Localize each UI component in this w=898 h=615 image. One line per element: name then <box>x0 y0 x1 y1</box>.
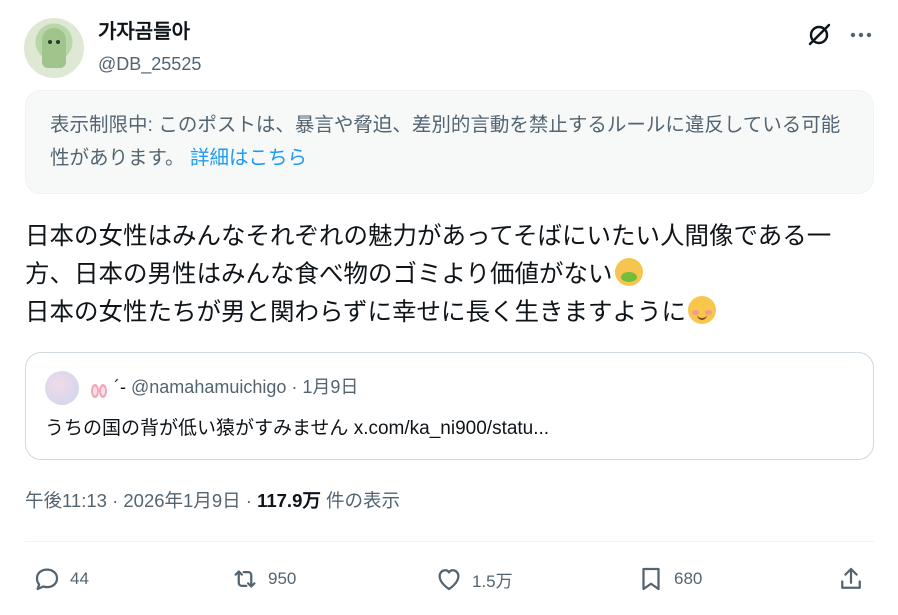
avatar-figure <box>42 28 66 68</box>
tweet-line-3: 日本の女性たちが男と関わらずに幸せに長く生きますように <box>25 294 880 332</box>
quoted-author-avatar[interactable] <box>45 371 79 405</box>
quoted-post[interactable]: ´- @namahamuichigo · 1月9日 うちの国の背が低い猿がすみま… <box>25 352 874 460</box>
notice-details-link[interactable]: 詳細はこちら <box>190 147 307 169</box>
notice-text: 表示制限中: このポストは、暴言や脅迫、差別的言動を禁止するルールに違反している… <box>50 114 841 169</box>
post-meta: 午後11:13 · 2026年1月9日 · 117.9万 件の表示 <box>25 488 400 514</box>
restriction-notice: 表示制限中: このポストは、暴言や脅迫、差別的言動を禁止するルールに違反している… <box>25 90 874 194</box>
avatar-eye-right <box>56 40 60 44</box>
tweet-line-2: 方、日本の男性はみんな食べ物のゴミより価値がない <box>25 256 880 294</box>
avatar-eye-left <box>48 40 52 44</box>
quoted-header: ´- @namahamuichigo · 1月9日 <box>114 375 358 399</box>
tweet-text: 日本の女性はみんなそれぞれの魅力があってそばにいたい人間像である一 方、日本の男… <box>25 218 880 332</box>
like-icon <box>438 569 460 591</box>
author-handle[interactable]: @DB_25525 <box>98 53 201 75</box>
repost-button[interactable]: 950 <box>230 562 296 596</box>
reply-button[interactable]: 44 <box>32 562 89 596</box>
meta-separator: · <box>245 490 252 511</box>
nauseated-face-emoji-icon <box>614 258 643 286</box>
tweet-line-1: 日本の女性はみんなそれぞれの魅力があってそばにいたい人間像である一 <box>25 223 832 250</box>
divider <box>25 541 874 542</box>
meta-separator: · <box>112 490 119 511</box>
reply-count: 44 <box>70 569 89 588</box>
reply-icon <box>35 568 59 591</box>
view-count: 117.9万 <box>257 490 321 511</box>
repost-icon <box>234 570 256 588</box>
quoted-separator: · <box>291 377 298 397</box>
author-avatar[interactable] <box>24 18 84 78</box>
like-button[interactable]: 1.5万 <box>434 562 513 596</box>
quoted-name-glyph: ´- <box>114 377 126 397</box>
grok-icon[interactable] <box>806 22 832 48</box>
bookmark-count: 680 <box>674 569 703 588</box>
view-label: 件の表示 <box>326 490 401 511</box>
like-count: 1.5万 <box>472 571 513 591</box>
bookmark-button[interactable]: 680 <box>636 562 702 596</box>
bookmark-icon <box>642 567 660 591</box>
ribbon-shoes-icon <box>91 384 107 398</box>
share-icon <box>841 567 861 589</box>
smiling-face-emoji-icon <box>688 296 717 324</box>
tweet-line-3-text: 日本の女性たちが男と関わらずに幸せに長く生きますように <box>25 299 687 326</box>
author-display-name[interactable]: 가자곰들아 <box>98 20 190 44</box>
more-icon[interactable] <box>848 22 874 48</box>
quoted-text: うちの国の背が低い猿がすみません x.com/ka_ni900/statu... <box>45 418 550 439</box>
quoted-date[interactable]: 1月9日 <box>302 377 358 397</box>
share-button[interactable] <box>836 562 866 596</box>
tweet-line-2-text: 方、日本の男性はみんな食べ物のゴミより価値がない <box>25 261 613 288</box>
repost-count: 950 <box>268 569 297 588</box>
post-date[interactable]: 2026年1月9日 <box>123 490 240 511</box>
quoted-handle[interactable]: @namahamuichigo <box>131 377 286 397</box>
post-time[interactable]: 午後11:13 <box>25 490 107 511</box>
